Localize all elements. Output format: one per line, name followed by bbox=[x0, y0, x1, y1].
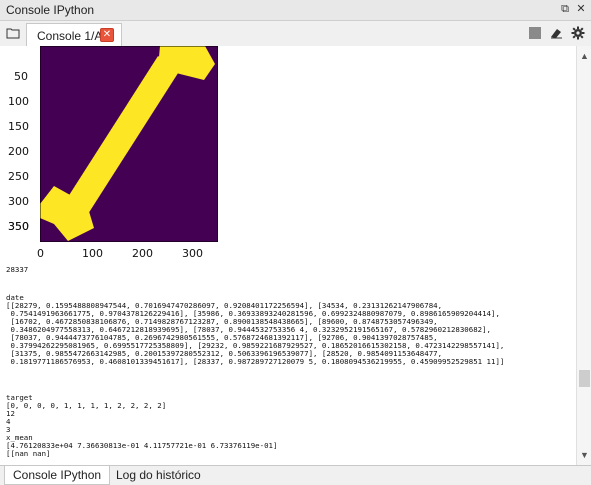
output-date-block: [[28279, 0.1595488808947544, 0.701694747… bbox=[6, 302, 504, 366]
y-tick-label: 350 bbox=[8, 220, 29, 233]
console-output[interactable]: 50 100 150 200 250 300 350 350 0 100 200… bbox=[0, 46, 576, 465]
window-titlebar: Console IPython ⧉ ✕ bbox=[0, 0, 591, 21]
y-tick-label: 200 bbox=[8, 145, 29, 158]
y-tick-label: 150 bbox=[8, 120, 29, 133]
y-tick-label: 250 bbox=[8, 170, 29, 183]
output-line: 4 bbox=[6, 417, 11, 426]
tab-console-1a[interactable]: Console 1/A ✕ bbox=[26, 23, 122, 47]
close-pane-icon[interactable]: ✕ bbox=[574, 2, 588, 16]
scroll-up-icon[interactable]: ▲ bbox=[580, 51, 589, 61]
bottom-tabbar: Console IPython Log do histórico bbox=[0, 465, 591, 485]
output-line: 12 bbox=[6, 409, 15, 418]
y-tick-label: 300 bbox=[8, 195, 29, 208]
console-tabbar: Console 1/A ✕ bbox=[0, 21, 591, 47]
output-line: 3 bbox=[6, 425, 11, 434]
x-tick-label: 100 bbox=[82, 247, 103, 260]
gear-icon[interactable] bbox=[571, 26, 585, 40]
image-plot bbox=[40, 46, 218, 242]
vertical-scrollbar[interactable]: ▲ ▼ bbox=[576, 46, 591, 465]
x-tick-label: 200 bbox=[132, 247, 153, 260]
browse-tabs-icon[interactable] bbox=[6, 26, 20, 40]
output-target-value: [0, 0, 0, 0, 1, 1, 1, 1, 2, 2, 2, 2] bbox=[6, 401, 167, 410]
scrollbar-thumb[interactable] bbox=[579, 370, 590, 387]
output-number: 28337 bbox=[6, 265, 29, 274]
output-tail-block: target [0, 0, 0, 0, 1, 1, 1, 1, 2, 2, 2,… bbox=[6, 394, 277, 458]
x-tick-label: 300 bbox=[182, 247, 203, 260]
undock-icon[interactable]: ⧉ bbox=[558, 2, 572, 16]
y-tick-label: 100 bbox=[8, 95, 29, 108]
output-line: 0.1819771186576953, 0.4608101339451617],… bbox=[6, 357, 505, 366]
scroll-down-icon[interactable]: ▼ bbox=[580, 450, 589, 460]
tab-console-ipython[interactable]: Console IPython bbox=[4, 466, 111, 485]
y-tick-label: 50 bbox=[14, 70, 28, 83]
tab-label: Console 1/A bbox=[37, 29, 103, 43]
stop-icon[interactable] bbox=[528, 26, 542, 40]
output-nan-value: [[nan nan] bbox=[6, 449, 51, 458]
x-tick-label: 0 bbox=[37, 247, 44, 260]
tab-history-log[interactable]: Log do histórico bbox=[108, 466, 209, 484]
eraser-icon[interactable] bbox=[549, 26, 563, 40]
window-title: Console IPython bbox=[6, 3, 95, 17]
close-tab-icon[interactable]: ✕ bbox=[100, 28, 114, 42]
